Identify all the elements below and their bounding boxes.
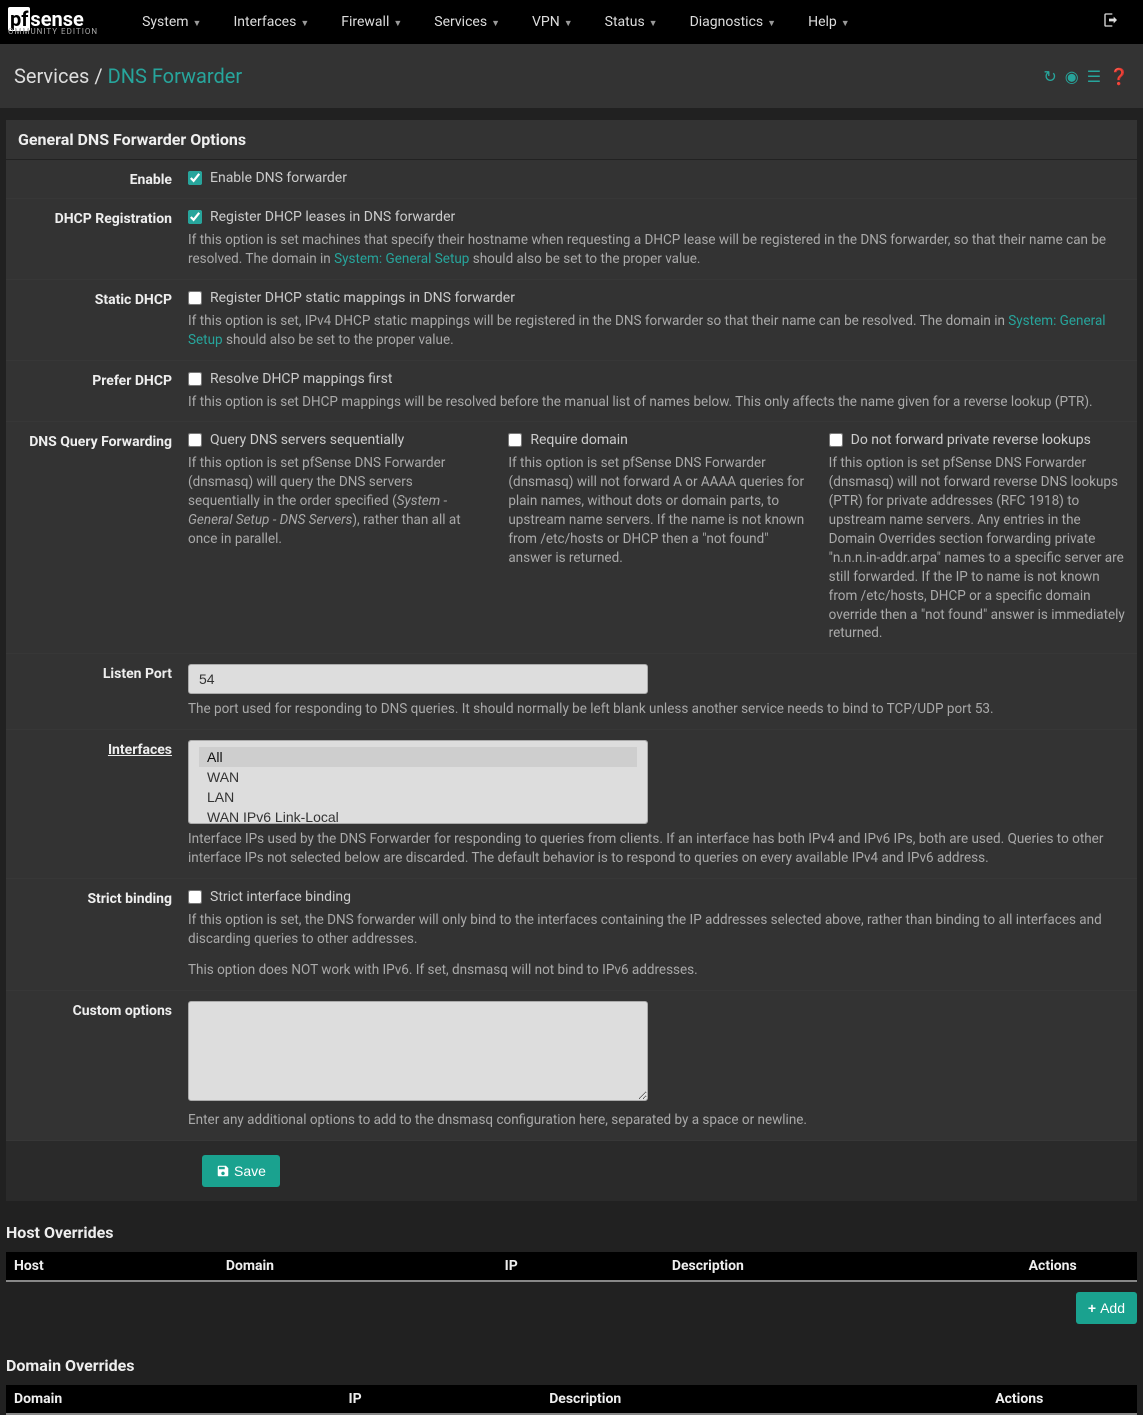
query-seq-help: If this option is set pfSense DNS Forwar… [188,454,484,548]
interfaces-label: Interfaces [18,740,188,868]
listen-port-help: The port used for responding to DNS quer… [188,700,1125,719]
list-icon[interactable]: ☰ [1087,67,1101,86]
col-description: Description [672,1258,1029,1274]
stop-icon[interactable]: ◉ [1065,67,1079,86]
custom-options-textarea[interactable] [188,1001,648,1101]
interface-opt-lan[interactable]: LAN [199,787,637,807]
panel-title: General DNS Forwarder Options [6,120,1137,160]
breadcrumb: Services / DNS Forwarder [14,64,1043,88]
listen-port-input[interactable] [188,664,648,694]
static-dhcp-checkbox[interactable] [188,291,202,305]
nav-services[interactable]: Services▼ [418,2,516,42]
nav-system[interactable]: System▼ [126,2,217,42]
prefer-dhcp-checkbox[interactable] [188,372,202,386]
custom-label: Custom options [18,1001,188,1130]
query-seq-checkbox[interactable] [188,433,202,447]
save-icon [216,1164,230,1178]
enable-label: Enable [18,170,188,188]
col-domain: Domain [226,1258,505,1274]
logo-edition: ommunity Edition [8,27,98,36]
enable-check-label: Enable DNS forwarder [210,170,347,186]
nav-firewall[interactable]: Firewall▼ [325,2,418,42]
static-dhcp-label: Static DHCP [18,290,188,350]
dhcp-reg-help: If this option is set machines that spec… [188,231,1125,269]
nav-menu: System▼ Interfaces▼ Firewall▼ Services▼ … [126,2,1087,42]
logout-icon[interactable] [1087,12,1135,32]
add-host-button[interactable]: + Add [1076,1292,1137,1324]
col-description-2: Description [549,1391,995,1407]
interface-opt-wan[interactable]: WAN [199,767,637,787]
static-dhcp-help: If this option is set, IPv4 DHCP static … [188,312,1125,350]
interfaces-select[interactable]: All WAN LAN WAN IPv6 Link-Local [188,740,648,824]
nav-vpn[interactable]: VPN▼ [516,2,589,42]
col-domain-2: Domain [14,1391,349,1407]
no-private-rev-checkbox[interactable] [829,433,843,447]
prefer-dhcp-help: If this option is set DHCP mappings will… [188,393,1125,412]
breadcrumb-current: DNS Forwarder [108,64,243,88]
dhcp-reg-label: DHCP Registration [18,209,188,269]
action-icons: ↻ ◉ ☰ ❓ [1043,67,1129,86]
col-ip-2: IP [349,1391,550,1407]
listen-port-label: Listen Port [18,664,188,719]
plus-icon: + [1088,1300,1096,1316]
domain-overrides-panel: Domain Overrides Domain IP Description A… [6,1346,1137,1415]
no-private-rev-help: If this option is set pfSense DNS Forwar… [829,454,1125,643]
require-domain-help: If this option is set pfSense DNS Forwar… [508,454,804,567]
strict-label: Strict binding [18,889,188,980]
no-private-rev-label: Do not forward private reverse lookups [851,432,1091,448]
strict-help-2: This option does NOT work with IPv6. If … [188,961,1125,980]
help-icon[interactable]: ❓ [1109,67,1129,86]
dhcp-reg-checkbox[interactable] [188,210,202,224]
interfaces-help: Interface IPs used by the DNS Forwarder … [188,830,1125,868]
breadcrumb-parent[interactable]: Services [14,64,89,88]
strict-checkbox[interactable] [188,890,202,904]
enable-checkbox[interactable] [188,171,202,185]
breadcrumb-sep: / [94,64,102,88]
logo[interactable]: pfsense ommunity Edition [8,9,98,36]
strict-check-label: Strict interface binding [210,889,351,905]
host-overrides-title: Host Overrides [6,1213,1137,1252]
nav-status[interactable]: Status▼ [589,2,674,42]
nav-interfaces[interactable]: Interfaces▼ [217,2,325,42]
host-overrides-header: Host Domain IP Description Actions [6,1252,1137,1282]
nav-help[interactable]: Help▼ [792,2,866,42]
navbar: pfsense ommunity Edition System▼ Interfa… [0,0,1143,44]
domain-overrides-title: Domain Overrides [6,1346,1137,1385]
require-domain-checkbox[interactable] [508,433,522,447]
nav-diagnostics[interactable]: Diagnostics▼ [674,2,792,42]
col-actions: Actions [1029,1258,1129,1274]
breadcrumb-bar: Services / DNS Forwarder ↻ ◉ ☰ ❓ [0,44,1143,108]
col-actions-2: Actions [995,1391,1129,1407]
save-button[interactable]: Save [202,1155,280,1187]
interface-opt-wan6[interactable]: WAN IPv6 Link-Local [199,807,637,824]
general-setup-link[interactable]: System: General Setup [334,251,469,267]
require-domain-label: Require domain [530,432,628,448]
prefer-dhcp-check-label: Resolve DHCP mappings first [210,371,392,387]
dhcp-reg-check-label: Register DHCP leases in DNS forwarder [210,209,455,225]
host-overrides-panel: Host Overrides Host Domain IP Descriptio… [6,1213,1137,1334]
query-fwd-label: DNS Query Forwarding [18,432,188,643]
query-seq-label: Query DNS servers sequentially [210,432,404,448]
interface-opt-all[interactable]: All [199,747,637,767]
custom-help: Enter any additional options to add to t… [188,1111,1125,1130]
col-host: Host [14,1258,226,1274]
static-dhcp-check-label: Register DHCP static mappings in DNS for… [210,290,515,306]
strict-help-1: If this option is set, the DNS forwarder… [188,911,1125,949]
col-ip: IP [505,1258,672,1274]
prefer-dhcp-label: Prefer DHCP [18,371,188,412]
general-options-panel: General DNS Forwarder Options Enable Ena… [6,120,1137,1201]
refresh-icon[interactable]: ↻ [1043,67,1056,86]
domain-overrides-header: Domain IP Description Actions [6,1385,1137,1415]
